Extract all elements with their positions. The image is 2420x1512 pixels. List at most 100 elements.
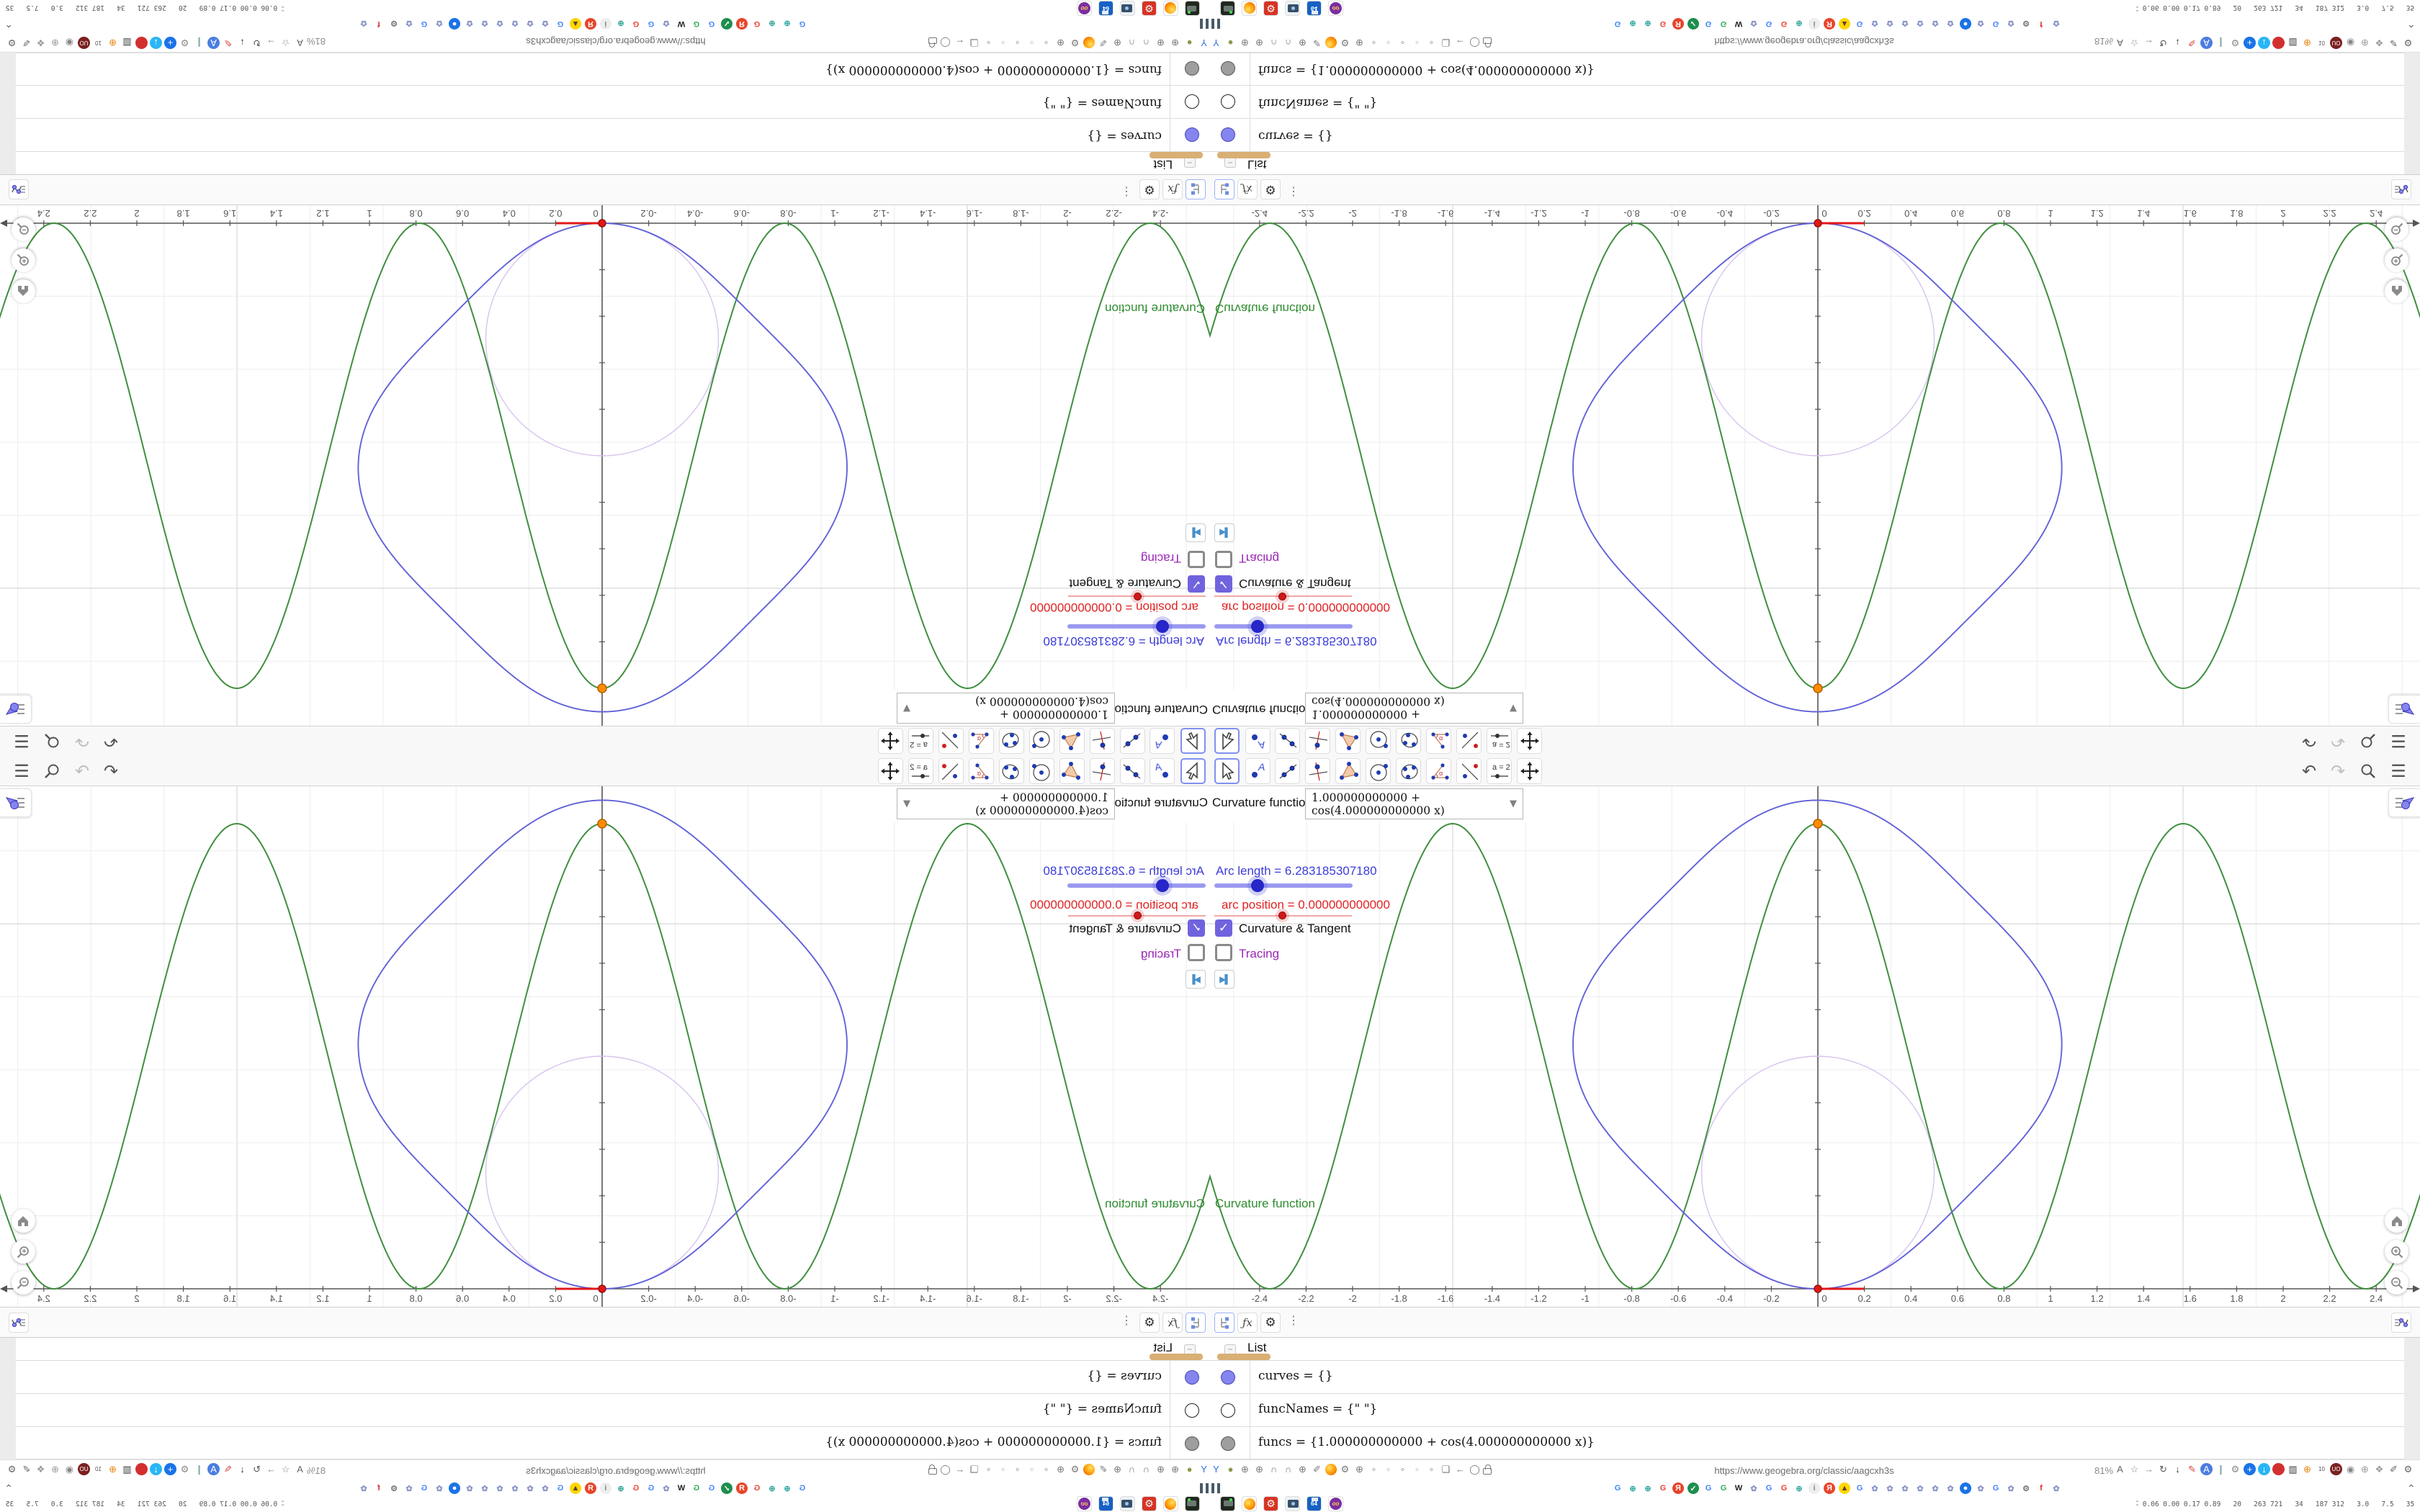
bookmark-favicon[interactable]: G (691, 18, 702, 30)
bookmark-favicon[interactable]: ▲ (570, 18, 581, 30)
tool-point[interactable]: A (1150, 728, 1175, 754)
bookmark-favicon[interactable]: ✿ (524, 18, 536, 30)
bookmark-favicon[interactable]: G (555, 1482, 566, 1494)
extension-icon[interactable]: ↓ (2258, 37, 2270, 49)
tree-view-button[interactable] (1186, 1313, 1206, 1333)
extension-icon[interactable]: ✎ (2186, 37, 2198, 49)
browser-toolbar-icon[interactable]: ← (1454, 37, 1466, 49)
chevron-up-icon[interactable]: ⌃ (4, 17, 13, 30)
extension-icon[interactable]: + (164, 37, 176, 49)
fx-format-button[interactable]: ƒx (1237, 1313, 1258, 1333)
browser-toolbar-icon[interactable]: ▫ (1411, 1463, 1423, 1475)
browser-toolbar-icon[interactable]: ❏ (1440, 37, 1452, 49)
bookmark-favicon[interactable]: W (676, 1482, 687, 1494)
list-row-funcnames[interactable]: funcNames = {" "} (16, 1393, 1210, 1427)
extension-icon[interactable]: A (294, 37, 306, 49)
lock-icon[interactable] (928, 37, 937, 45)
extension-icon[interactable]: ⚙ (179, 1463, 191, 1475)
taskbar-icon-kvm-switch[interactable] (1185, 1, 1200, 16)
browser-toolbar-icon[interactable]: ▫ (1382, 37, 1394, 49)
bookmark-favicon[interactable]: ✿ (1869, 18, 1881, 30)
browser-toolbar-icon[interactable]: ❏ (968, 1463, 980, 1475)
taskbar-icon-floppy[interactable]: 64 (1307, 1, 1322, 16)
graphics-panel-button[interactable] (9, 1313, 29, 1333)
tool-line[interactable] (1120, 728, 1145, 754)
extension-icon[interactable]: ⊕ (2301, 37, 2313, 49)
browser-toolbar-icon[interactable]: ⊕ (1054, 1463, 1067, 1475)
more-options-icon[interactable]: ⋮ (1121, 184, 1132, 199)
browser-toolbar-icon[interactable]: ⊕ (1253, 37, 1265, 49)
browser-toolbar-icon[interactable]: ∘ (982, 1463, 995, 1475)
lock-icon[interactable] (928, 1467, 937, 1475)
extension-icon[interactable] (2272, 1463, 2285, 1475)
list-scrollbar[interactable] (2404, 53, 2420, 174)
zoom-out-button[interactable] (12, 217, 35, 241)
tool-point[interactable]: A (1245, 728, 1270, 754)
list-row-curves[interactable]: curves = {} (1210, 1360, 2404, 1394)
tool-reflect[interactable] (938, 728, 964, 754)
bookmark-favicon[interactable]: ✓ (1688, 1482, 1699, 1494)
tool-slider[interactable]: a = 2 (908, 728, 933, 754)
chevron-down-icon[interactable]: ▼ (1510, 703, 1517, 714)
tool-perpendicular-line[interactable] (1305, 728, 1330, 754)
tool-slider[interactable]: a = 2 (908, 758, 933, 784)
extension-icon[interactable]: ❙ (2215, 1463, 2227, 1475)
bookmark-favicon[interactable]: G (1778, 1482, 1790, 1494)
extension-icon[interactable]: ↓ (2258, 1463, 2270, 1475)
taskbar-icon-screenshot-tool[interactable] (1120, 1, 1135, 16)
taskbar-icon-purple-bot[interactable]: oo (1077, 1, 1092, 16)
extension-icon[interactable]: → (2143, 37, 2155, 49)
list-row-curves[interactable]: curves = {} (16, 118, 1210, 152)
browser-toolbar-icon[interactable]: ⊕ (1239, 1463, 1251, 1475)
browser-toolbar-icon[interactable]: ⊕ (1296, 1463, 1309, 1475)
panel-toggle-button[interactable] (0, 788, 32, 817)
tool-polygon[interactable] (1059, 758, 1085, 784)
bookmark-favicon[interactable]: ✓ (721, 18, 732, 30)
bookmark-favicon[interactable]: ✓ (1688, 18, 1699, 30)
browser-toolbar-icon[interactable]: ⊕ (1169, 37, 1181, 49)
more-options-icon[interactable]: ⋮ (1121, 1313, 1132, 1328)
zoom-in-button[interactable] (12, 1240, 35, 1264)
bookmark-favicon[interactable]: ✿ (539, 18, 551, 30)
bookmark-favicon[interactable]: G (1763, 1482, 1775, 1494)
bookmark-favicon[interactable]: ⊕ (766, 18, 778, 30)
browser-toolbar-icon[interactable]: ⊕ (1296, 37, 1309, 49)
menu-button[interactable]: ☰ (2385, 756, 2411, 786)
bookmark-favicon[interactable]: G (706, 1482, 717, 1494)
bookmark-favicon[interactable]: ▲ (570, 1482, 581, 1494)
browser-toolbar-icon[interactable]: ✐ (1097, 37, 1109, 49)
extension-icon[interactable]: ⊕ (2301, 1463, 2313, 1475)
list-scrollbar[interactable] (2404, 1338, 2420, 1459)
tool-slider[interactable]: a = 2 (1487, 728, 1512, 754)
extension-icon[interactable]: ❙ (2215, 37, 2227, 49)
bookmark-favicon[interactable]: ✿ (2005, 1482, 2017, 1494)
bookmark-favicon[interactable]: ⊕ (1627, 18, 1639, 30)
graphics-panel-button[interactable] (2391, 1313, 2411, 1333)
extension-icon[interactable]: ✎ (222, 1463, 234, 1475)
arc-length-slider-track[interactable] (1067, 883, 1206, 888)
tracing-checkbox[interactable] (1215, 551, 1232, 568)
bookmark-favicon[interactable]: ● (449, 1482, 460, 1494)
tracing-checkbox[interactable] (1215, 944, 1232, 961)
bookmark-favicon[interactable]: G (630, 1482, 642, 1494)
extension-icon[interactable]: ↻ (2157, 1463, 2169, 1475)
tool-polygon[interactable] (1335, 728, 1361, 754)
bookmark-favicon[interactable]: ✿ (1930, 1482, 1941, 1494)
address-bar-url[interactable]: https://www.geogebra.org/classic/aagcxh3… (1707, 1465, 1901, 1476)
bookmark-favicon[interactable]: G (706, 18, 717, 30)
chevron-down-icon[interactable]: ▼ (903, 798, 910, 809)
browser-toolbar-icon[interactable]: ∘ (1368, 37, 1380, 49)
undo-button[interactable]: ↶ (98, 756, 124, 786)
more-options-icon[interactable]: ⋮ (1288, 1313, 1299, 1328)
extension-icon[interactable]: ↓ (236, 37, 248, 49)
taskbar-icon-firefox[interactable] (1242, 1496, 1257, 1511)
tool-angle[interactable]: α (1426, 728, 1451, 754)
extension-icon[interactable]: UO (2330, 1463, 2342, 1475)
bookmark-favicon[interactable]: i (600, 1482, 611, 1494)
settings-button[interactable]: ⚙ (1260, 1313, 1281, 1333)
browser-toolbar-icon[interactable]: ⊕ (1155, 1463, 1167, 1475)
taskbar-icon-screenshot-tool[interactable] (1120, 1496, 1135, 1511)
tool-conic[interactable] (999, 728, 1024, 754)
graph-canvas[interactable] (0, 205, 1210, 726)
browser-toolbar-icon[interactable]: ∩ (1268, 1463, 1280, 1475)
